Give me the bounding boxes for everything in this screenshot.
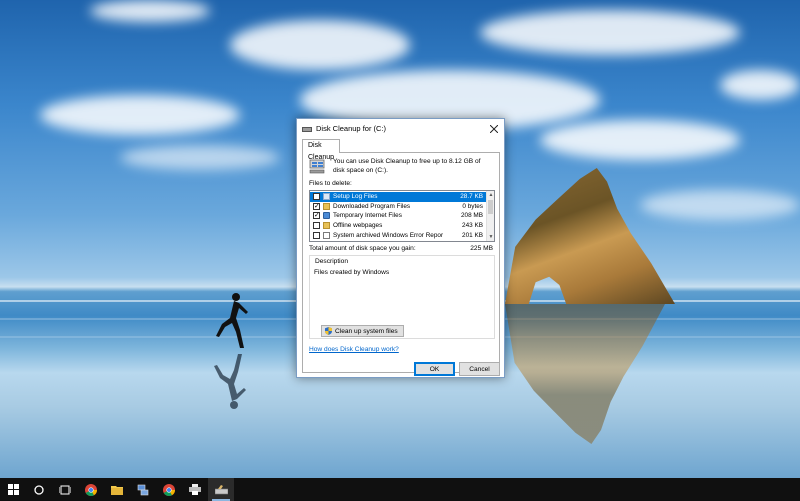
taskbar-network-app[interactable] — [130, 478, 156, 501]
file-size: 0 bytes — [462, 202, 483, 210]
checkbox[interactable] — [313, 231, 320, 239]
checkbox-checked[interactable]: ✓ — [313, 212, 320, 220]
taskbar-disk-cleanup[interactable] — [208, 478, 234, 501]
file-size: 201 KB — [462, 231, 483, 239]
list-item[interactable]: System archived Windows Error Repor... 2… — [310, 230, 487, 240]
disk-cleanup-icon — [214, 484, 228, 494]
taskbar-chrome-2[interactable] — [156, 478, 182, 501]
description-label: Description — [314, 258, 349, 265]
dialog-title: Disk Cleanup for (C:) — [316, 124, 387, 133]
disk-cleanup-dialog: Disk Cleanup for (C:) Disk Cleanup You c… — [296, 118, 505, 378]
scroll-down-icon[interactable]: ▼ — [487, 233, 494, 241]
checkbox[interactable] — [313, 193, 320, 201]
clean-up-system-files-label: Clean up system files — [335, 327, 398, 335]
printer-icon — [189, 484, 201, 495]
files-listbox[interactable]: Setup Log Files 28.7 KB ✓ Downloaded Pro… — [309, 190, 495, 242]
close-icon — [490, 124, 498, 133]
cortana-icon — [34, 484, 44, 495]
scroll-up-icon[interactable]: ▲ — [487, 191, 494, 199]
close-button[interactable] — [484, 119, 504, 138]
file-name: System archived Windows Error Repor... — [333, 231, 443, 239]
file-size: 243 KB — [462, 222, 483, 230]
list-item[interactable]: Setup Log Files 28.7 KB — [310, 192, 487, 202]
total-space-value: 225 MB — [470, 245, 493, 252]
list-item[interactable]: ✓ Downloaded Program Files 0 bytes — [310, 202, 487, 212]
chrome-icon — [163, 483, 175, 496]
files-to-delete-label: Files to delete: — [309, 180, 352, 187]
file-explorer-icon — [111, 485, 123, 495]
total-space-label: Total amount of disk space you gain: — [309, 245, 416, 252]
file-name: Temporary Internet Files — [333, 212, 402, 220]
checkbox-checked[interactable]: ✓ — [313, 202, 320, 210]
folder-icon — [323, 202, 330, 210]
taskbar-file-explorer[interactable] — [104, 478, 130, 501]
setup-log-icon — [323, 193, 330, 201]
cancel-button[interactable]: Cancel — [459, 362, 500, 376]
rock-reflection — [505, 304, 665, 444]
rock-formation — [505, 168, 675, 304]
description-text: Files created by Windows — [314, 269, 390, 276]
lock-file-icon — [323, 212, 330, 220]
runner-silhouette — [216, 293, 248, 348]
file-size: 208 MB — [460, 212, 483, 220]
checkbox[interactable] — [313, 222, 320, 230]
cortana-button[interactable] — [26, 478, 52, 501]
start-icon — [7, 484, 19, 495]
network-app-icon — [137, 484, 149, 495]
task-view-icon — [59, 485, 71, 494]
tab-disk-cleanup[interactable]: Disk Cleanup — [302, 139, 341, 161]
folder-icon — [323, 222, 330, 230]
list-item[interactable]: ✓ Temporary Internet Files 208 MB — [310, 211, 487, 221]
scroll-thumb[interactable] — [488, 200, 493, 214]
ok-button[interactable]: OK — [414, 362, 455, 376]
title-bar[interactable]: Disk Cleanup for (C:) — [297, 119, 504, 138]
file-icon — [323, 231, 330, 239]
drive-icon — [302, 125, 312, 133]
chrome-icon — [85, 483, 97, 496]
tab-panel: You can use Disk Cleanup to free up to 8… — [302, 152, 500, 373]
intro-text: You can use Disk Cleanup to free up to 8… — [333, 158, 481, 174]
taskbar-chrome[interactable] — [78, 478, 104, 501]
file-name: Downloaded Program Files — [333, 202, 411, 210]
list-item[interactable]: Offline webpages 243 KB — [310, 221, 487, 231]
start-button[interactable] — [0, 478, 26, 501]
runner-reflection — [214, 354, 246, 409]
clean-up-system-files-button[interactable]: Clean up system files — [321, 325, 404, 337]
taskbar — [0, 478, 800, 501]
list-scrollbar[interactable]: ▲ ▼ — [486, 191, 494, 241]
taskbar-printer[interactable] — [182, 478, 208, 501]
file-name: Offline webpages — [333, 222, 383, 230]
uac-shield-icon — [325, 327, 332, 335]
task-view-button[interactable] — [52, 478, 78, 501]
file-size: 28.7 KB — [460, 193, 483, 201]
help-link[interactable]: How does Disk Cleanup work? — [309, 346, 399, 353]
file-name: Setup Log Files — [333, 193, 378, 201]
description-group: Description Files created by Windows Cle… — [309, 255, 495, 339]
